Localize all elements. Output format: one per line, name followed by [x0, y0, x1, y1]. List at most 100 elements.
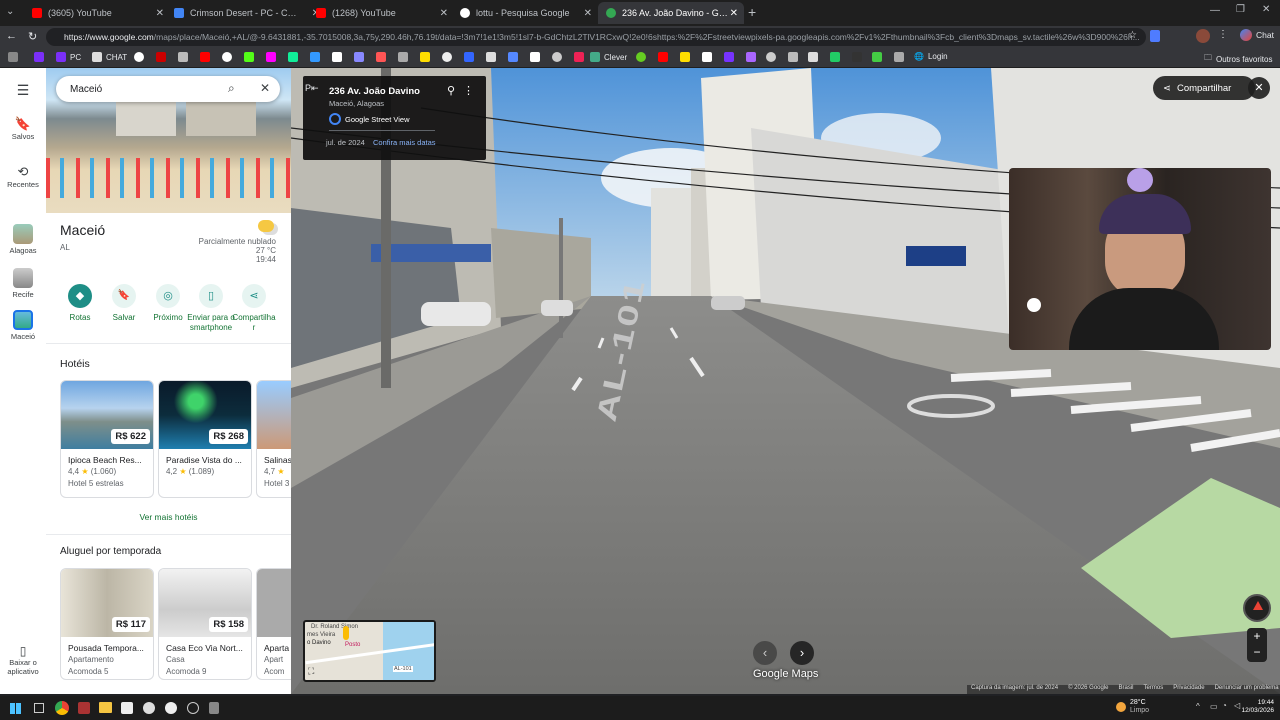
bookmark-apps-icon[interactable] — [8, 52, 22, 62]
tab-youtube-2[interactable]: (1268) YouTube ✕ — [308, 2, 454, 24]
hotel-card[interactable]: R$ 268 Paradise Vista do ... 4,2 ★ (1.08… — [158, 380, 252, 498]
action-send-to-phone[interactable]: ▯ Enviar para o smartphone — [186, 284, 236, 332]
search-icon[interactable]: ⌕ — [228, 81, 235, 96]
network-icon[interactable]: ▭ — [1210, 702, 1218, 711]
bookmark-icon[interactable] — [636, 52, 650, 62]
bookmark-icon[interactable] — [852, 52, 866, 62]
weather-widget[interactable]: 28°C Limpo — [1116, 699, 1149, 715]
bookmark-icon[interactable] — [178, 52, 192, 62]
extension-icon[interactable] — [1150, 30, 1160, 42]
bookmark-icon[interactable] — [156, 52, 170, 62]
zoom-in-button[interactable]: + — [1247, 628, 1267, 645]
bookmark-icon[interactable] — [222, 52, 236, 62]
bookmark-other-folder[interactable]: 🗀 Outros favoritos — [1204, 52, 1272, 66]
tray-chevron-icon[interactable]: ^ — [1196, 702, 1200, 711]
search-box[interactable]: Maceió ⌕ ✕ — [56, 76, 280, 102]
rental-card[interactable]: Aparta Apart Acom — [256, 568, 291, 680]
bookmark-icon[interactable] — [288, 52, 302, 62]
file-explorer-icon[interactable] — [99, 702, 112, 713]
bookmark-icon[interactable] — [702, 52, 716, 62]
wifi-icon[interactable]: ◔ — [1222, 701, 1227, 710]
maximize-icon[interactable]: ❐ — [1236, 4, 1245, 15]
app-icon[interactable] — [78, 702, 90, 714]
bookmark-icon[interactable] — [658, 52, 672, 62]
country-link[interactable]: Brasil — [1119, 685, 1134, 694]
mini-map[interactable]: Dr. Roland Simon mes Vieira o Davino Pos… — [303, 620, 436, 682]
store-icon[interactable] — [121, 702, 133, 714]
action-save[interactable]: 🔖 Salvar — [104, 284, 144, 322]
saved-button[interactable]: 🔖 Salvos — [0, 116, 46, 141]
calculator-icon[interactable] — [209, 702, 219, 714]
action-nearby[interactable]: ◎ Próximo — [148, 284, 188, 322]
tab-search-icon[interactable]: ⌄ — [6, 6, 14, 17]
recent-place-alagoas[interactable]: Alagoas — [0, 224, 46, 255]
bookmark-icon[interactable] — [552, 52, 566, 62]
clock[interactable]: 19:44 12/03/2026 — [1238, 699, 1274, 715]
close-tab-icon[interactable]: ✕ — [440, 8, 448, 19]
task-view-icon[interactable] — [34, 703, 44, 713]
zoom-out-button[interactable]: − — [1247, 645, 1267, 662]
bookmark-icon[interactable] — [354, 52, 368, 62]
chrome-icon[interactable] — [55, 701, 69, 715]
app-icon[interactable] — [187, 702, 199, 714]
bookmark-icon[interactable] — [766, 52, 780, 62]
tab-google-search[interactable]: lottu - Pesquisa Google ✕ — [452, 2, 598, 24]
more-hotels-link[interactable]: Ver mais hotéis — [46, 512, 291, 522]
bookmark-icon[interactable] — [508, 52, 522, 62]
menu-dots-icon[interactable]: ⋮ — [1218, 29, 1228, 40]
bookmark-icon[interactable] — [894, 52, 908, 62]
bookmark-icon[interactable] — [398, 52, 412, 62]
xbox-icon[interactable] — [165, 702, 177, 714]
new-tab-icon[interactable]: + — [748, 4, 756, 20]
tab-youtube-1[interactable]: (3605) YouTube ✕ — [24, 2, 170, 24]
tab-crimson-desert[interactable]: Crimson Desert - PC - Compre na✕ — [166, 2, 326, 24]
close-icon[interactable]: ✕ — [260, 81, 270, 95]
terms-link[interactable]: Termos — [1144, 685, 1164, 694]
bookmark-icon[interactable] — [332, 52, 346, 62]
panel-toggle-icon[interactable]: P⇤ — [305, 83, 319, 94]
back-icon[interactable]: ← — [6, 30, 17, 42]
close-street-view-button[interactable]: ✕ — [1248, 77, 1270, 99]
report-problem-link[interactable]: Denunciar um problema — [1215, 685, 1279, 694]
bookmark-icon[interactable] — [530, 52, 544, 62]
star-icon[interactable]: ☆ — [1128, 30, 1137, 41]
rental-card[interactable]: R$ 158 Casa Eco Via Nort... Casa Acomoda… — [158, 568, 252, 680]
bookmark-icon[interactable] — [310, 52, 324, 62]
bookmark-icon[interactable] — [442, 52, 456, 62]
previous-arrow[interactable]: ‹ — [753, 641, 777, 665]
chat-button[interactable]: Chat — [1240, 29, 1274, 41]
steam-icon[interactable] — [143, 702, 155, 714]
bookmark-login[interactable]: 🌐 Login — [914, 52, 948, 61]
recent-place-recife[interactable]: Recife — [0, 268, 46, 299]
search-input[interactable]: Maceió — [70, 84, 102, 95]
bookmark-icon[interactable] — [486, 52, 500, 62]
next-arrow[interactable]: › — [790, 641, 814, 665]
bookmark-icon[interactable] — [808, 52, 822, 62]
bookmark-icon[interactable] — [464, 52, 478, 62]
action-directions[interactable]: ◆ Rotas — [60, 284, 100, 322]
hotel-card[interactable]: R$ 622 Ipioca Beach Res... 4,4 ★ (1.060)… — [60, 380, 154, 498]
hotel-card[interactable]: Salinas 4,7 ★ Hotel 3 — [256, 380, 291, 498]
bookmark-icon[interactable] — [724, 52, 738, 62]
bookmark-clever[interactable]: Clever — [590, 52, 627, 62]
tab-google-maps[interactable]: 236 Av. João Davino - Google Ma✕ — [598, 2, 744, 24]
bookmark-icon[interactable] — [830, 52, 844, 62]
address-bar[interactable]: https://www.google.com/maps/place/Maceió… — [46, 28, 1146, 46]
more-options-icon[interactable]: ⋮ — [463, 84, 474, 97]
bookmark-pc[interactable]: PC — [56, 52, 81, 62]
minimize-icon[interactable]: — — [1210, 5, 1220, 16]
compass-icon[interactable] — [1243, 594, 1271, 622]
location-pin-icon[interactable]: ⚲ — [447, 84, 455, 97]
reload-icon[interactable]: ↻ — [28, 30, 37, 43]
close-window-icon[interactable]: ✕ — [1262, 4, 1270, 15]
rental-card[interactable]: R$ 117 Pousada Tempora... Apartamento Ac… — [60, 568, 154, 680]
bookmark-icon[interactable] — [200, 52, 214, 62]
close-tab-icon[interactable]: ✕ — [156, 8, 164, 19]
privacy-link[interactable]: Privacidade — [1173, 685, 1204, 694]
bookmark-icon[interactable] — [34, 52, 48, 62]
menu-button[interactable]: ☰ — [0, 82, 46, 99]
bookmark-icon[interactable] — [376, 52, 390, 62]
action-share[interactable]: ⋖ Compartilhar — [232, 284, 276, 332]
more-dates-link[interactable]: Confira mais datas — [373, 138, 436, 147]
bookmark-icon[interactable] — [266, 52, 280, 62]
